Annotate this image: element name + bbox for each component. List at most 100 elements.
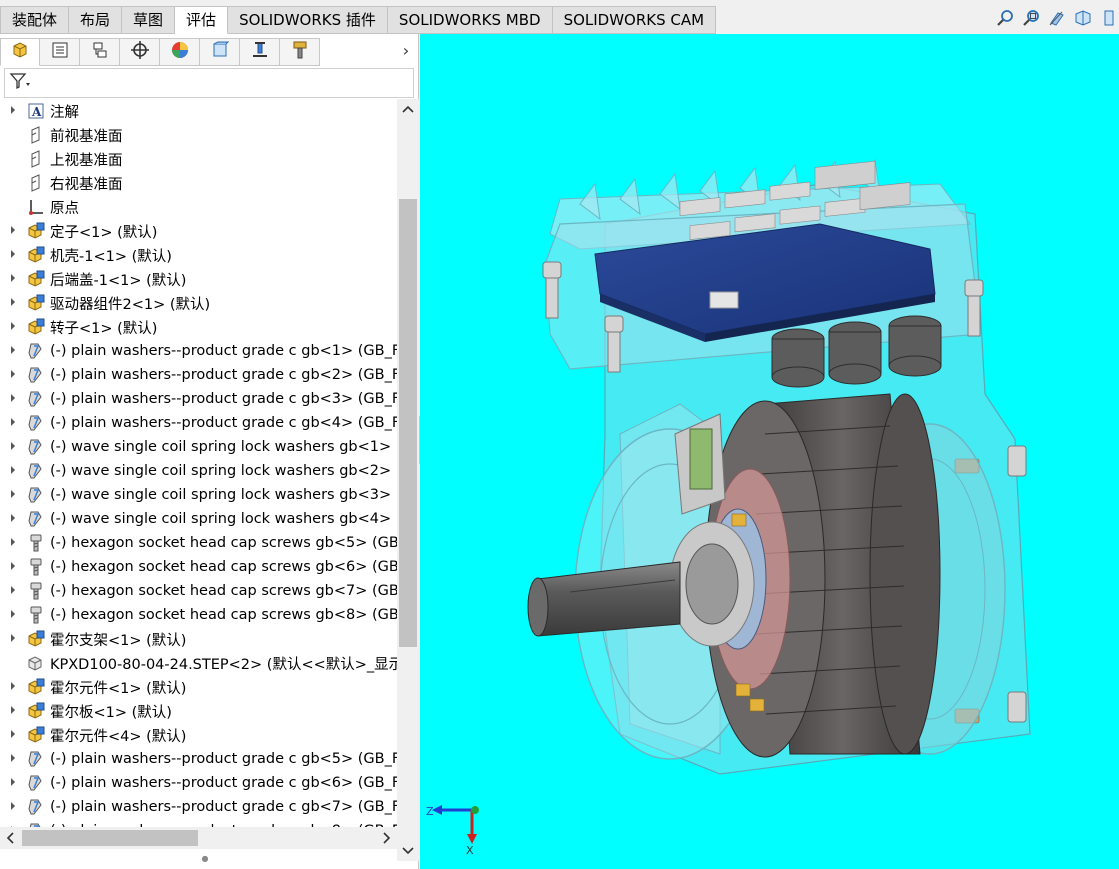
tab-1[interactable]: 布局	[69, 6, 123, 34]
tab-6[interactable]: SOLIDWORKS CAM	[552, 6, 717, 34]
expand-arrow-icon[interactable]	[0, 777, 26, 790]
tree-item[interactable]: 驱动器组件2<1> (默认)	[0, 291, 397, 315]
tree-item[interactable]: (-) plain washers--product grade c gb<2>…	[0, 363, 397, 387]
tab-3[interactable]: 评估	[175, 6, 229, 34]
scroll-right-icon[interactable]	[377, 827, 397, 849]
scroll-up-icon[interactable]	[397, 99, 419, 119]
scroll-down-icon[interactable]	[397, 841, 419, 861]
tree-item[interactable]: 霍尔元件<1> (默认)	[0, 675, 397, 699]
tree-item[interactable]: 后端盖-1<1> (默认)	[0, 267, 397, 291]
tree-item[interactable]: (-) wave single coil spring lock washers…	[0, 483, 397, 507]
tree-item[interactable]: KPXD100-80-04-24.STEP<2> (默认<<默认>_显示	[0, 651, 397, 675]
vertical-scroll-thumb[interactable]	[399, 199, 417, 647]
expand-arrow-icon[interactable]	[0, 609, 26, 622]
expand-arrow-icon[interactable]	[0, 441, 26, 454]
tree-item[interactable]: (-) hexagon socket head cap screws gb<7>…	[0, 579, 397, 603]
tree-item[interactable]: 定子<1> (默认)	[0, 219, 397, 243]
graphics-area[interactable]: Z X	[420, 34, 1119, 869]
tree-item[interactable]: 上视基准面	[0, 147, 397, 171]
tree-item[interactable]: (-) plain washers--product grade c gb<5>…	[0, 747, 397, 771]
tree-item[interactable]: (-) hexagon socket head cap screws gb<5>…	[0, 531, 397, 555]
expand-arrow-icon[interactable]	[0, 225, 26, 238]
expand-arrow-icon[interactable]	[0, 273, 26, 286]
expand-arrow-icon[interactable]	[0, 417, 26, 430]
tree-item[interactable]: 原点	[0, 195, 397, 219]
expand-arrow-icon[interactable]	[0, 297, 26, 310]
previous-view-icon[interactable]	[1047, 8, 1067, 28]
propertymanager-tab[interactable]	[40, 38, 80, 66]
scroll-left-icon[interactable]	[0, 827, 20, 849]
panel-resize-grip-icon[interactable]: ●	[190, 854, 220, 864]
origin-icon	[26, 197, 46, 217]
tree-item[interactable]: 机壳-1<1> (默认)	[0, 243, 397, 267]
subassembly-icon	[26, 317, 46, 337]
tree-item[interactable]: (-) plain washers--product grade c gb<7>…	[0, 795, 397, 819]
view-orientation-icon[interactable]	[1099, 8, 1119, 28]
triad-x-label: X	[466, 844, 474, 857]
tree-item-label: 转子<1> (默认)	[50, 320, 158, 337]
configurationmanager-tab[interactable]	[80, 38, 120, 66]
tree-item[interactable]: (-) wave single coil spring lock washers…	[0, 435, 397, 459]
horizontal-scroll-thumb[interactable]	[22, 830, 198, 846]
tab-0[interactable]: 装配体	[0, 6, 70, 34]
expand-arrow-icon[interactable]	[0, 321, 26, 334]
expand-arrow-icon[interactable]	[0, 105, 26, 118]
tree-horizontal-scrollbar[interactable]	[0, 827, 397, 849]
expand-arrow-icon[interactable]	[0, 633, 26, 646]
expand-arrow-icon[interactable]	[0, 681, 26, 694]
tab-4[interactable]: SOLIDWORKS 插件	[228, 6, 388, 34]
zoom-to-area-icon[interactable]	[1021, 8, 1041, 28]
tree-item[interactable]: A 注解	[0, 99, 397, 123]
expand-arrow-icon[interactable]	[0, 465, 26, 478]
toolbox-washer-icon	[26, 389, 46, 409]
tree-item[interactable]: 霍尔元件<4> (默认)	[0, 723, 397, 747]
tree-vertical-scrollbar[interactable]	[397, 99, 419, 861]
expand-arrow-icon[interactable]	[0, 561, 26, 574]
expand-arrow-icon[interactable]	[0, 729, 26, 742]
cam-operation-tree-tab[interactable]	[240, 38, 280, 66]
featuremanager-tab[interactable]	[0, 38, 40, 66]
displaymanager-tab[interactable]	[160, 38, 200, 66]
tree-item[interactable]: 右视基准面	[0, 171, 397, 195]
expand-arrow-icon[interactable]	[0, 393, 26, 406]
tree-filter[interactable]	[4, 68, 414, 98]
tree-item-label: (-) plain washers--product grade c gb<4>…	[50, 415, 397, 431]
tree-item[interactable]: (-) plain washers--product grade c gb<6>…	[0, 771, 397, 795]
plane-icon	[26, 149, 46, 169]
tree-item[interactable]: (-) plain washers--product grade c gb<1>…	[0, 339, 397, 363]
tree-item[interactable]: (-) hexagon socket head cap screws gb<6>…	[0, 555, 397, 579]
expand-arrow-icon[interactable]	[0, 249, 26, 262]
tree-item[interactable]: (-) wave single coil spring lock washers…	[0, 507, 397, 531]
tree-item[interactable]: (-) plain washers--product grade c gb<4>…	[0, 411, 397, 435]
section-view-icon[interactable]	[1073, 8, 1093, 28]
zoom-to-fit-icon[interactable]	[995, 8, 1015, 28]
expand-arrow-icon[interactable]	[0, 753, 26, 766]
tree-item[interactable]: 转子<1> (默认)	[0, 315, 397, 339]
expand-arrow-icon[interactable]	[0, 801, 26, 814]
plane-icon	[26, 125, 46, 145]
tree-item[interactable]: 前视基准面	[0, 123, 397, 147]
dimxpertmanager-tab[interactable]	[120, 38, 160, 66]
motor-assembly-model: Z X	[426, 158, 1031, 857]
command-manager-tabs: 装配体 布局 草图 评估 SOLIDWORKS 插件 SOLIDWORKS MBD SOLI…	[0, 6, 717, 34]
tab-2[interactable]: 草图	[122, 6, 176, 34]
expand-arrow-icon[interactable]	[0, 369, 26, 382]
expand-arrow-icon[interactable]	[0, 345, 26, 358]
expand-arrow-icon[interactable]	[0, 513, 26, 526]
expand-arrow-icon[interactable]	[0, 585, 26, 598]
tree-item[interactable]: (-) hexagon socket head cap screws gb<8>…	[0, 603, 397, 627]
tree-item[interactable]: 霍尔板<1> (默认)	[0, 699, 397, 723]
cam-feature-tree-tab[interactable]	[200, 38, 240, 66]
cam-tool-tree-tab[interactable]	[280, 38, 320, 66]
tab-5[interactable]: SOLIDWORKS MBD	[387, 6, 553, 34]
tree-item-label: (-) plain washers--product grade c gb<2>…	[50, 367, 397, 383]
filter-icon[interactable]	[9, 72, 31, 94]
expand-arrow-icon[interactable]	[0, 537, 26, 550]
expand-arrow-icon[interactable]	[0, 489, 26, 502]
expand-arrow-icon[interactable]	[0, 705, 26, 718]
tree-item[interactable]: 霍尔支架<1> (默认)	[0, 627, 397, 651]
chevron-right-icon[interactable]: ›	[398, 40, 414, 60]
tree-item[interactable]: (-) wave single coil spring lock washers…	[0, 459, 397, 483]
feature-manager-panel: › A 注解 前视基准面 上视基准面 右视基准面 原点 定子<1> (默认) 机壳-1<1> …	[0, 34, 419, 869]
tree-item[interactable]: (-) plain washers--product grade c gb<3>…	[0, 387, 397, 411]
